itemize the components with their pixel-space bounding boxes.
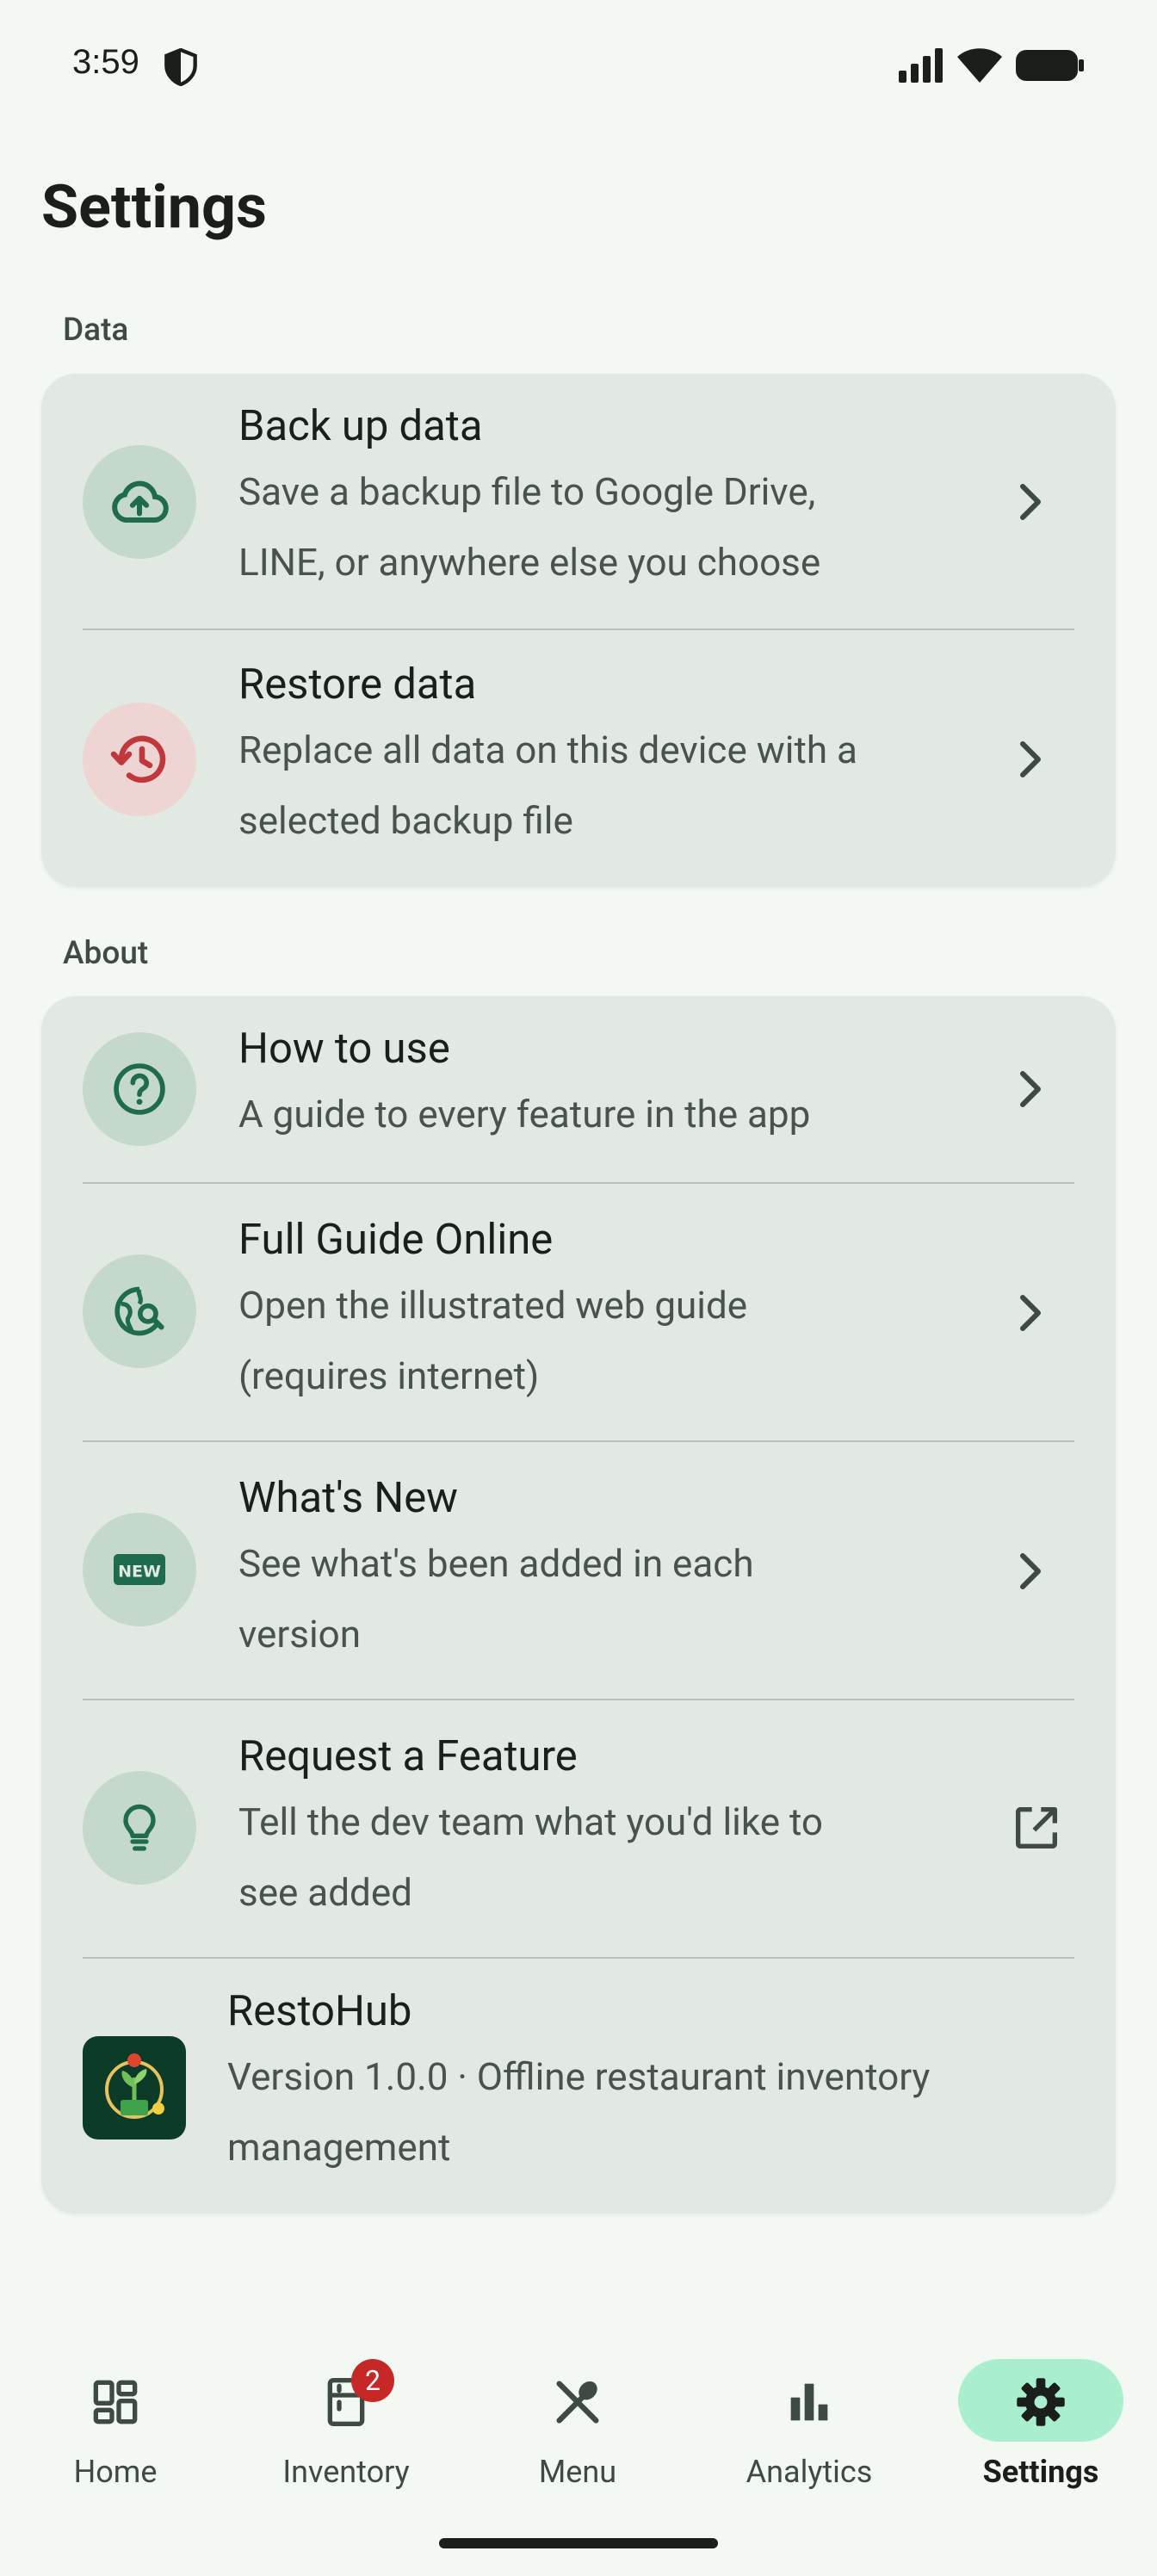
nav-label-menu: Menu [538,2454,617,2490]
nav-label-inventory: Inventory [282,2454,410,2490]
status-bar: 3:59 [0,0,1157,129]
nav-item-settings[interactable]: Settings [925,2325,1156,2497]
chevron-right-icon [1020,484,1041,520]
backup-data-title: Back up data [238,401,483,450]
section-label-about: About [63,935,149,972]
how-to-use-item[interactable]: How to use A guide to every feature in t… [41,996,1116,1182]
cloud-upload-icon [83,445,196,559]
request-feature-subtitle-line2: see added [238,1870,412,1915]
backup-data-item[interactable]: Back up data Save a backup file to Googl… [41,374,1116,630]
gear-icon [1017,2378,1065,2426]
nav-label-settings: Settings [982,2454,1099,2490]
nav-item-inventory[interactable]: 2 Inventory [231,2325,461,2497]
whats-new-item[interactable]: NEW What's New See what's been added in … [41,1442,1116,1699]
app-info-item: RestoHub Version 1.0.0 · Offline restaur… [41,1959,1116,2214]
app-version-line1: Version 1.0.0 · Offline restaurant inven… [227,2054,931,2099]
nav-item-analytics[interactable]: Analytics [694,2325,925,2497]
full-guide-online-item[interactable]: Full Guide Online Open the illustrated w… [41,1184,1116,1440]
full-guide-online-subtitle-line1: Open the illustrated web guide [238,1283,748,1328]
lightbulb-icon [83,1771,196,1885]
page-title: Settings [41,172,267,243]
chevron-right-icon [1020,1071,1041,1107]
chevron-right-icon [1020,1295,1041,1331]
bar-chart-icon [790,2383,828,2421]
section-label-data: Data [63,312,129,349]
chevron-right-icon [1020,1553,1041,1589]
new-badge-text: NEW [118,1562,161,1581]
request-feature-subtitle-line1: Tell the dev team what you'd like to [238,1799,824,1844]
request-feature-item[interactable]: Request a Feature Tell the dev team what… [41,1700,1116,1957]
app-version-line2: management [227,2125,451,2170]
full-guide-online-subtitle-line2: (requires internet) [238,1353,540,1398]
battery-icon [1016,50,1084,81]
data-card: Back up data Save a backup file to Googl… [41,374,1116,887]
open-in-new-icon [1016,1807,1057,1848]
inventory-badge: 2 [351,2359,394,2402]
about-card: How to use A guide to every feature in t… [41,996,1116,2214]
restaurant-icon [556,2381,599,2424]
backup-data-subtitle-line2: LINE, or anywhere else you choose [238,540,821,585]
full-guide-online-title: Full Guide Online [238,1215,554,1264]
whats-new-subtitle-line2: version [238,1612,362,1656]
restore-data-title: Restore data [238,659,477,709]
restore-data-subtitle-line2: selected backup file [238,798,573,843]
request-feature-title: Request a Feature [238,1731,578,1780]
chevron-right-icon [1020,741,1041,777]
help-circle-icon [83,1032,196,1146]
dashboard-icon [93,2380,138,2424]
status-icons [899,46,1085,84]
how-to-use-title: How to use [238,1024,450,1073]
app-name: RestoHub [227,1986,412,2035]
status-time: 3:59 [72,43,139,81]
signal-icon [899,48,943,83]
restore-data-subtitle-line1: Replace all data on this device with a [238,728,857,772]
new-releases-icon: NEW [83,1513,196,1626]
travel-explore-icon [83,1254,196,1368]
nav-label-analytics: Analytics [746,2454,873,2490]
whats-new-subtitle-line1: See what's been added in each [238,1541,754,1586]
nav-item-home[interactable]: Home [0,2325,231,2497]
restore-data-item[interactable]: Restore data Replace all data on this de… [41,630,1116,887]
whats-new-title: What's New [238,1473,459,1522]
app-logo [83,2036,186,2139]
nav-label-home: Home [73,2454,158,2490]
nav-item-menu[interactable]: Menu [462,2325,693,2497]
backup-data-subtitle-line1: Save a backup file to Google Drive, [238,469,816,514]
wifi-icon [957,48,1002,83]
gesture-handle[interactable] [439,2538,718,2548]
shield-icon [164,48,197,86]
restore-history-icon [83,703,196,816]
how-to-use-subtitle: A guide to every feature in the app [238,1092,811,1136]
